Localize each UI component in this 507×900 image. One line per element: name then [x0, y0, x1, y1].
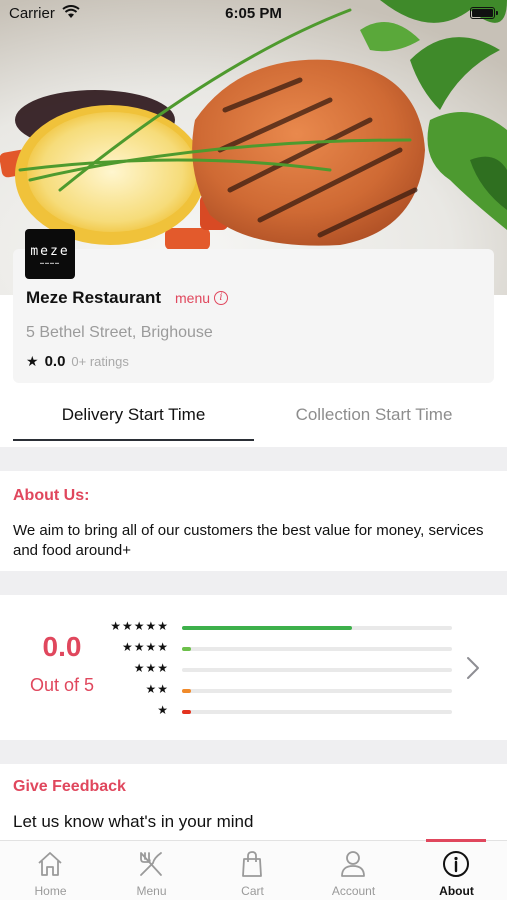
nav-about[interactable]: About	[406, 841, 507, 900]
tab-collection-start-time[interactable]: Collection Start Time	[254, 405, 494, 441]
home-icon	[38, 852, 62, 876]
stars-2-label: ★★	[145, 682, 169, 696]
nav-menu-label: Menu	[136, 884, 167, 898]
feedback-title[interactable]: Give Feedback	[13, 778, 126, 796]
section-divider	[0, 447, 507, 471]
rating-bar-4: ★★★★	[95, 638, 452, 658]
stars-5-label: ★★★★★	[110, 619, 169, 633]
clock-time: 6:05 PM	[225, 5, 282, 22]
stars-3-label: ★★★	[133, 661, 169, 675]
restaurant-info-card: meze ▬▬▬▬ Meze Restaurant menu i 5 Bethe…	[13, 229, 494, 383]
section-divider	[0, 571, 507, 595]
info-icon[interactable]: i	[214, 291, 229, 305]
bar-track	[182, 647, 452, 651]
menu-link[interactable]: menu i	[175, 290, 229, 306]
rating-row: ★ 0.0 0+ ratings	[26, 353, 129, 370]
time-tabs: Delivery Start Time Collection Start Tim…	[0, 405, 507, 441]
logo-text: meze	[30, 243, 70, 259]
nav-about-label: About	[439, 884, 474, 898]
bar-fill-1	[182, 710, 191, 714]
feedback-prompt[interactable]: Let us know what's in your mind	[13, 812, 253, 832]
nav-home[interactable]: Home	[0, 841, 101, 900]
nav-account[interactable]: Account	[303, 841, 404, 900]
bar-track	[182, 626, 452, 630]
logo-subtext: ▬▬▬▬	[40, 259, 60, 265]
bar-track	[182, 689, 452, 693]
restaurant-logo: meze ▬▬▬▬	[25, 229, 75, 279]
bottom-tab-bar: Home Menu Cart Account About	[0, 839, 507, 900]
menu-link-label[interactable]: menu	[175, 290, 210, 306]
status-bar: Carrier 6:05 PM	[0, 0, 507, 28]
tab-delivery-start-time[interactable]: Delivery Start Time	[13, 405, 254, 441]
chevron-right-icon[interactable]	[466, 656, 480, 685]
bar-fill-5	[182, 626, 352, 630]
nav-menu[interactable]: Menu	[101, 841, 202, 900]
about-title: About Us:	[13, 487, 90, 504]
star-icon: ★	[26, 353, 39, 369]
shopping-bag-icon	[242, 851, 262, 877]
stars-4-label: ★★★★	[121, 640, 169, 654]
section-divider	[0, 740, 507, 764]
battery-icon	[470, 7, 498, 19]
user-icon	[341, 851, 365, 877]
bar-track	[182, 668, 452, 672]
rating-count: 0+ ratings	[71, 354, 129, 369]
bar-fill-4	[182, 647, 191, 651]
restaurant-name: Meze Restaurant	[26, 288, 162, 307]
bar-fill-2	[182, 689, 191, 693]
rating-bar-2: ★★	[95, 680, 452, 700]
restaurant-address: 5 Bethel Street, Brighouse	[26, 324, 213, 341]
rating-bar-5: ★★★★★	[95, 617, 452, 637]
rating-bar-3: ★★★	[95, 659, 452, 679]
stars-1-label: ★	[157, 703, 169, 717]
rating-value: 0.0	[44, 353, 66, 370]
nav-cart-label: Cart	[241, 884, 264, 898]
bar-track	[182, 710, 452, 714]
about-text: We aim to bring all of our customers the…	[13, 522, 484, 559]
nav-cart[interactable]: Cart	[202, 841, 303, 900]
fork-knife-icon	[140, 852, 162, 876]
nav-account-label: Account	[331, 884, 376, 898]
info-icon	[443, 851, 469, 877]
nav-home-label: Home	[34, 884, 67, 898]
rating-bar-1: ★	[95, 701, 452, 721]
